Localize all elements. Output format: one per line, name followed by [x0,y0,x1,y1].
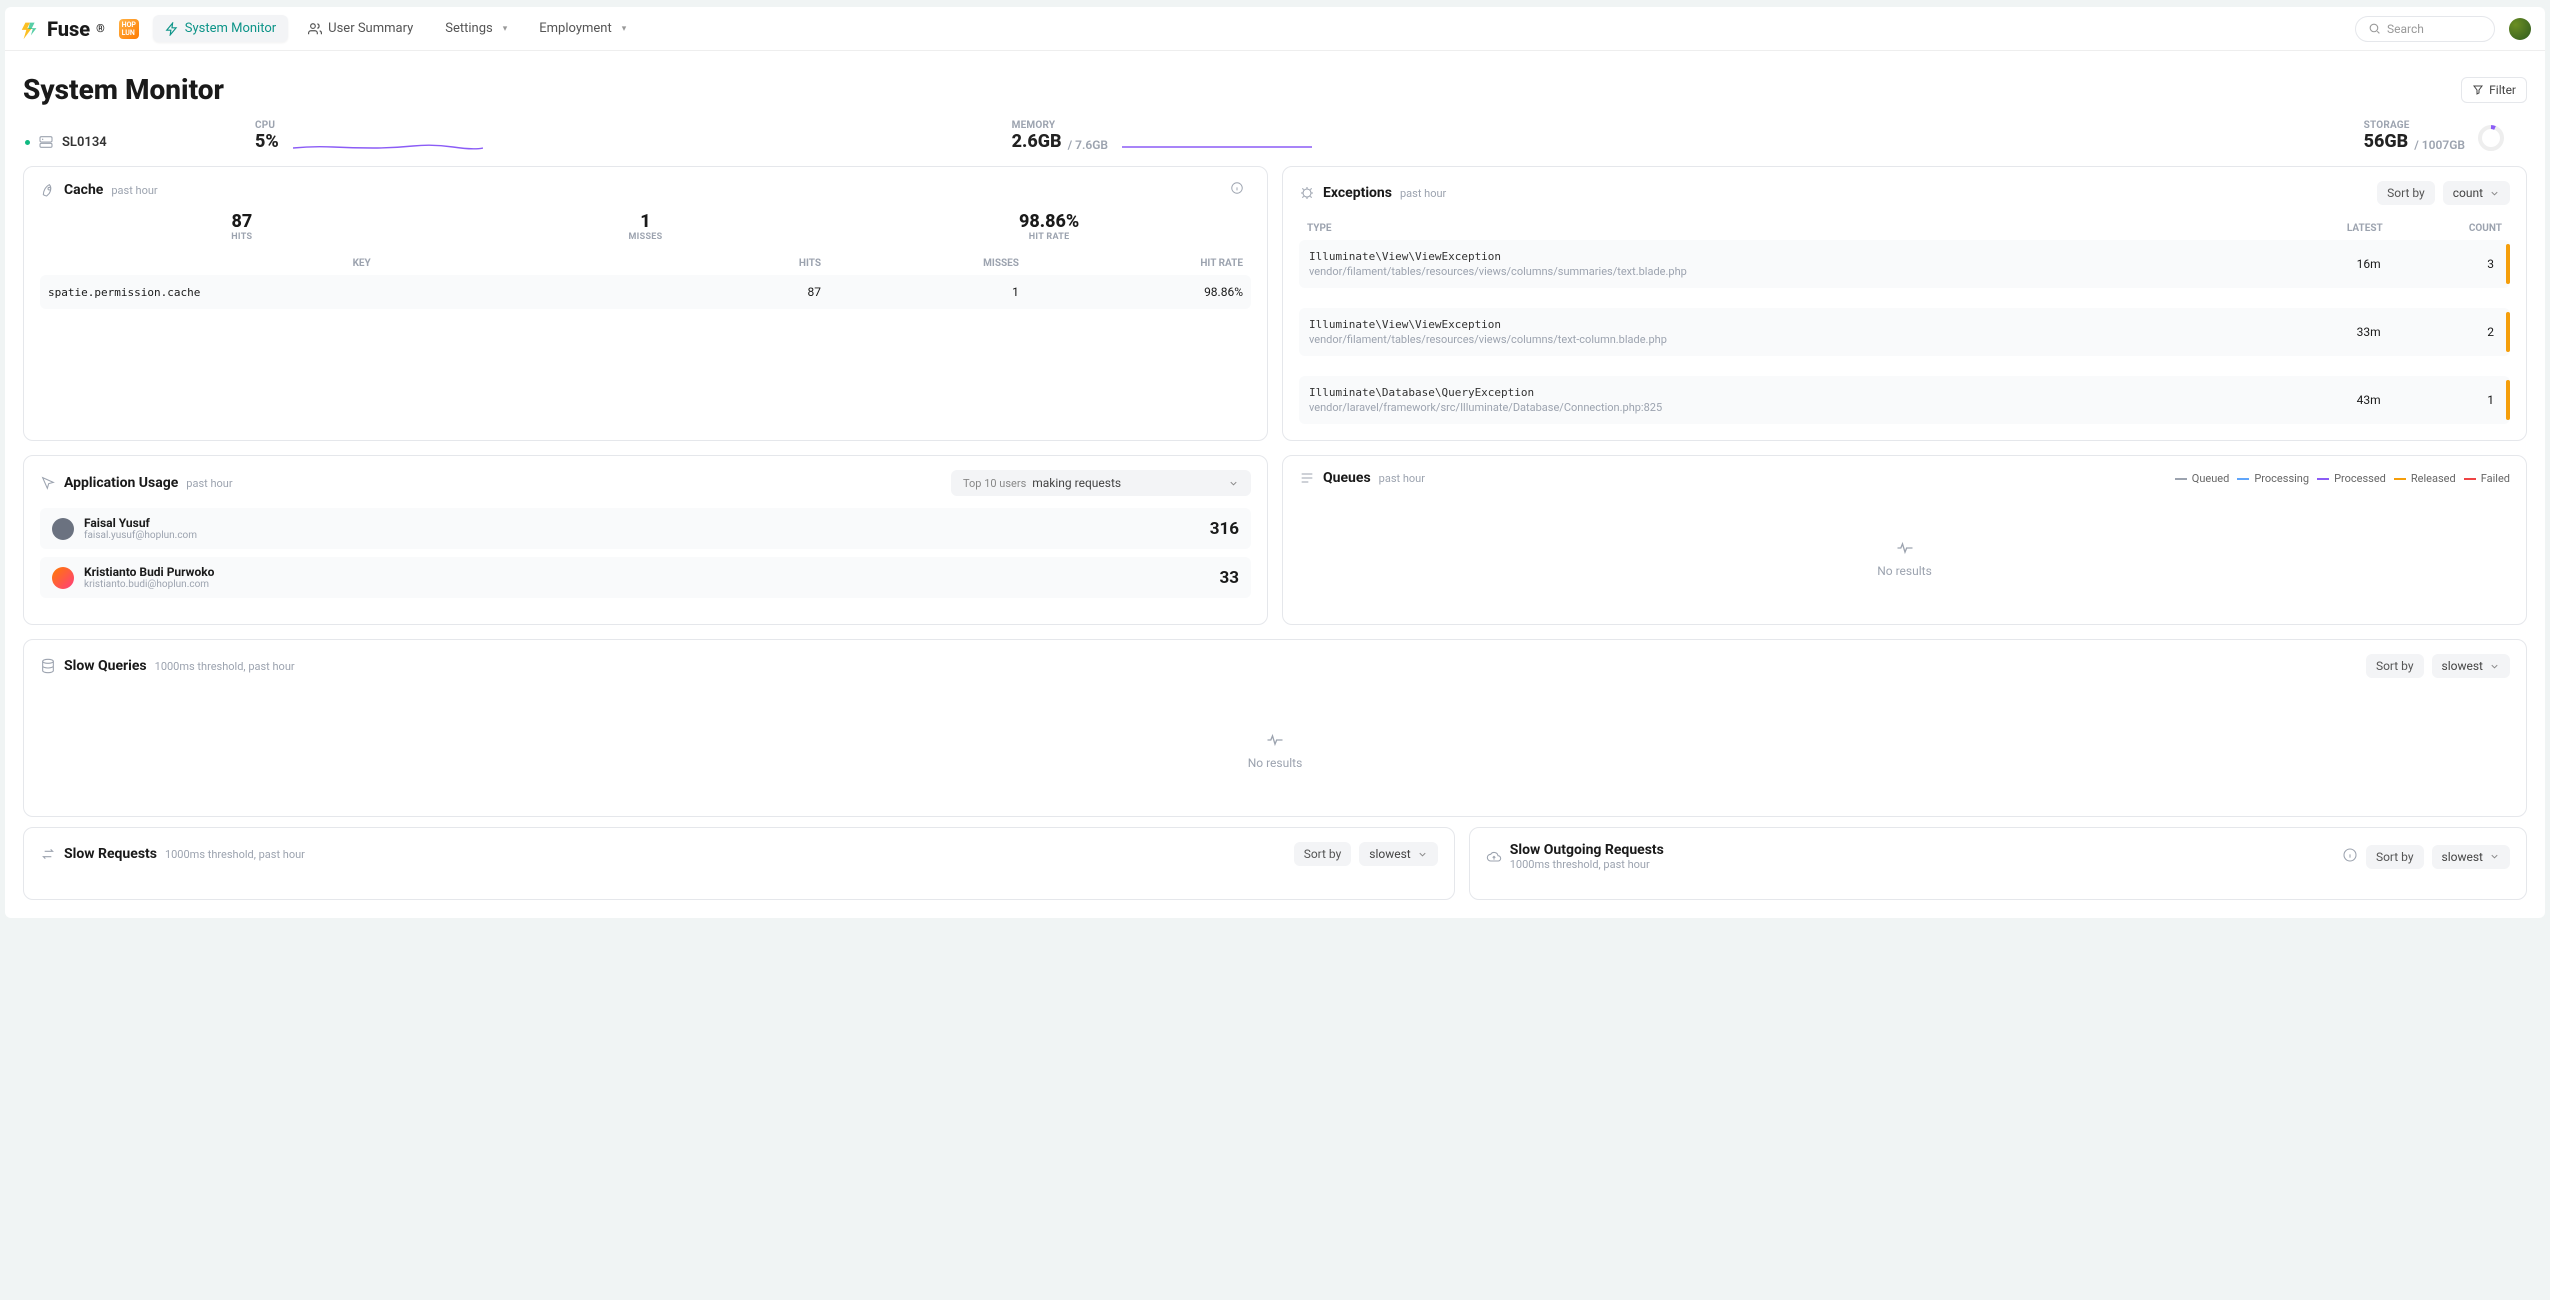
bug-icon [1299,185,1315,201]
exceptions-sort-label: Sort by [2377,181,2435,205]
application-usage-card: Application Usage past hour Top 10 users… [23,455,1268,625]
swap-icon [40,846,56,862]
avatar [52,518,74,540]
avatar [52,567,74,589]
page-title: System Monitor [23,73,224,106]
search-input[interactable]: Search [2355,16,2495,42]
user-avatar[interactable] [2509,18,2531,40]
chevron-down-icon [2489,188,2500,199]
cache-hitrate-value: 98.86% [847,211,1251,232]
filter-button[interactable]: Filter [2461,77,2527,103]
slow-requests-card: Slow Requests 1000ms threshold, past hou… [23,827,1455,900]
slow-queries-sort-label: Sort by [2366,654,2424,678]
rocket-icon [40,182,56,198]
slow-requests-sort-select[interactable]: slowest [1359,842,1437,866]
chevron-down-icon [1417,849,1428,860]
filter-icon [2472,84,2484,96]
user-row[interactable]: Kristianto Budi Purwokokristianto.budi@h… [40,557,1251,598]
info-icon[interactable] [2342,847,2358,867]
storage-donut-icon [2477,124,2505,152]
info-icon[interactable] [1230,181,1244,199]
cache-table: KEY HITS MISSES HIT RATE spatie.permissi… [40,252,1251,309]
server-icon [38,134,54,150]
nav-employment[interactable]: Employment [527,15,638,42]
exception-row[interactable]: Illuminate\View\ViewExceptionvendor/fila… [1299,308,2510,356]
slow-outgoing-card: Slow Outgoing Requests 1000ms threshold,… [1469,827,2527,900]
chevron-down-icon [1228,478,1239,489]
memory-total: / 7.6GB [1068,138,1108,152]
exceptions-sort-select[interactable]: count [2443,181,2510,205]
cache-hits-value: 87 [40,211,444,232]
cache-misses-value: 1 [444,211,848,232]
memory-sparkline [1122,124,1312,152]
exceptions-card: Exceptions past hour Sort by count TYPE … [1282,166,2527,441]
slow-requests-sort-label: Sort by [1294,842,1352,866]
bolt-icon [165,22,179,36]
cloud-up-icon [1486,849,1502,865]
nav-settings[interactable]: Settings [433,15,519,42]
queues-card: Queues past hour Queued Processing Proce… [1282,455,2527,625]
exception-row[interactable]: Illuminate\View\ViewExceptionvendor/fila… [1299,240,2510,288]
usage-filter-select[interactable]: Top 10 users making requests [951,470,1251,496]
brand-logo[interactable]: Fuse® [19,17,105,41]
org-badge[interactable]: HOPLUN [119,19,139,39]
cursor-icon [40,475,56,491]
database-icon [40,658,56,674]
nav-system-monitor[interactable]: System Monitor [153,15,288,42]
queues-empty: No results [1299,498,2510,608]
queue-icon [1299,470,1315,486]
slow-queries-empty: No results [40,690,2510,800]
fuse-icon [19,18,41,40]
memory-value: 2.6GB [1012,131,1062,152]
queues-legend: Queued Processing Processed Released Fai… [2175,472,2510,485]
top-nav: Fuse® HOPLUN System Monitor User Summary… [5,7,2545,51]
storage-total: / 1007GB [2414,138,2465,152]
storage-label: STORAGE [2364,120,2465,131]
cache-card: Cache past hour 87HITS 1MISSES 98.86%HIT… [23,166,1268,441]
user-row[interactable]: Faisal Yusuffaisal.yusuf@hoplun.com316 [40,508,1251,549]
nav-user-summary[interactable]: User Summary [296,15,425,42]
cpu-sparkline [293,124,483,152]
exception-row[interactable]: Illuminate\Database\QueryExceptionvendor… [1299,376,2510,424]
heartbeat-icon [1895,538,1915,558]
slow-queries-sort-select[interactable]: slowest [2432,654,2510,678]
nav-items: System Monitor User Summary Settings Emp… [153,15,638,42]
cpu-value: 5% [255,131,279,152]
exceptions-table: TYPE LATEST COUNT Illuminate\View\ViewEx… [1299,217,2510,424]
brand-name: Fuse [47,17,90,41]
cache-key: spatie.permission.cache [40,275,683,309]
memory-label: MEMORY [1012,120,1108,131]
table-row[interactable]: spatie.permission.cache87198.86% [40,275,1251,309]
slow-outgoing-sort-select[interactable]: slowest [2432,845,2510,869]
server-name: SL0134 [25,120,225,150]
heartbeat-icon [1265,730,1285,750]
chevron-down-icon [2489,661,2500,672]
cpu-label: CPU [255,120,279,131]
status-dot-icon [25,140,30,145]
slow-outgoing-sort-label: Sort by [2366,845,2424,869]
users-icon [308,22,322,36]
slow-queries-card: Slow Queries 1000ms threshold, past hour… [23,639,2527,817]
chevron-down-icon [2489,851,2500,862]
search-icon [2368,22,2381,35]
storage-value: 56GB [2364,131,2409,152]
